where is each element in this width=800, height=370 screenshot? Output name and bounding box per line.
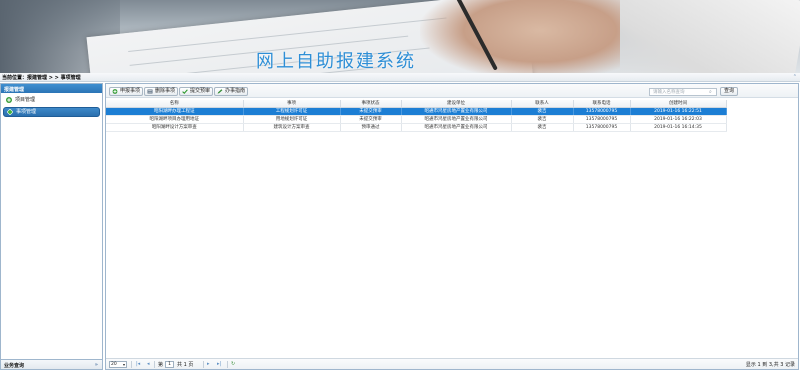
check-icon (182, 89, 188, 94)
cell-name: 昭阳湖畔办理工程证 (106, 107, 244, 116)
submit-review-label: 提交预审 (190, 88, 211, 94)
table-row[interactable]: 昭阳湖畔项目办理用地证 用地规划许可证 未提交预审 昭通市鸿星房地产置业有限公司… (106, 115, 727, 124)
submit-review-button[interactable]: 提交预审 (179, 87, 214, 96)
record-info: 显示 1 到 3,共 3 记录 (745, 362, 795, 368)
table-header-row: 名称 事项 事项状态 建设单位 联系人 联系电话 创建时间 (106, 100, 727, 108)
delete-icon (147, 89, 153, 94)
pager-divider (203, 361, 204, 368)
cell-matter: 用地规划许可证 (243, 115, 341, 124)
cell-name: 昭阳湖畔设计方案审查 (106, 123, 244, 132)
toolbar: 申报事项 删除事项 提交预审 办事指南 ⌕ 查询 (106, 84, 798, 98)
sidebar-section-business-query[interactable]: 业务查询 » (1, 359, 102, 369)
sidebar-footer-label: 业务查询 (4, 363, 25, 369)
search-input[interactable] (649, 88, 717, 96)
collapse-up-icon[interactable]: ⌃ (793, 74, 797, 80)
green-diamond-icon (7, 109, 13, 115)
column-header-name[interactable]: 名称 (106, 100, 244, 108)
delete-matter-label: 删除事项 (155, 88, 176, 94)
refresh-icon[interactable]: ↻ (231, 361, 235, 367)
table-row[interactable]: 昭阳湖畔设计方案审查 建筑设计方案审查 预审通过 昭通市鸿星房地产置业有限公司 … (106, 123, 727, 132)
header-banner: 网上自助报建系统 (0, 0, 800, 73)
column-header-status[interactable]: 事项状态 (340, 100, 402, 108)
next-page-icon[interactable]: ▸ (207, 361, 210, 367)
sidebar-item-project-management[interactable]: 项目管理 (3, 95, 100, 105)
expand-double-chevron-icon[interactable]: » (95, 362, 98, 368)
sidebar-header[interactable]: 报建管理 (1, 84, 102, 93)
service-guide-label: 办事指南 (225, 88, 246, 94)
cell-contact: 裴吉 (511, 107, 574, 116)
cell-builder: 昭通市鸿星房地产置业有限公司 (401, 115, 512, 124)
table-row[interactable]: 昭阳湖畔办理工程证 工程规划许可证 未提交预审 昭通市鸿星房地产置业有限公司 裴… (106, 107, 727, 116)
breadcrumb-bar: 当前位置：报建管理 > > 事项管理 ⌃ (0, 73, 800, 82)
sidebar-item-label: 项目管理 (15, 97, 36, 103)
pagination-bar: 20 ▾ |◂ ◂ 第 1 共 1 页 ▸ ▸| ↻ 显示 1 到 3,共 3 … (106, 358, 798, 369)
cell-phone: 13578000795 (573, 115, 631, 124)
service-guide-button[interactable]: 办事指南 (214, 87, 249, 96)
system-title: 网上自助报建系统 (256, 51, 416, 72)
cell-contact: 裴吉 (511, 115, 574, 124)
cell-status: 未提交预审 (340, 115, 402, 124)
add-matter-label: 申报事项 (120, 88, 141, 94)
chevron-down-icon: ▾ (122, 362, 125, 367)
page-size-select[interactable]: 20 ▾ (109, 361, 127, 368)
pager-divider (154, 361, 155, 368)
cell-builder: 昭通市鸿星房地产置业有限公司 (401, 107, 512, 116)
cell-matter: 建筑设计方案审查 (243, 123, 341, 132)
pencil-icon (217, 89, 223, 94)
column-header-matter[interactable]: 事项 (243, 100, 341, 108)
cell-created: 2019-01-16 16:14:35 (630, 123, 727, 132)
cell-matter: 工程规划许可证 (243, 107, 341, 116)
sidebar-item-label: 事项管理 (16, 109, 37, 115)
add-icon (112, 89, 118, 94)
cell-status: 预审通过 (340, 123, 402, 132)
page-total: 共 1 页 (177, 362, 194, 368)
banner-hand-image (420, 0, 620, 73)
prev-page-icon[interactable]: ◂ (147, 361, 150, 367)
page-prefix: 第 (158, 362, 164, 368)
page-number-input[interactable]: 1 (165, 361, 174, 368)
cell-created: 2019-01-16 16:22:51 (630, 107, 727, 116)
column-header-created[interactable]: 创建时间 (630, 100, 727, 108)
last-page-icon[interactable]: ▸| (217, 361, 221, 367)
page-size-value: 20 (111, 362, 117, 367)
cell-status: 未提交预审 (340, 107, 402, 116)
matter-table: 名称 事项 事项状态 建设单位 联系人 联系电话 创建时间 昭阳湖畔办理工程证 … (106, 100, 727, 132)
pager-divider (131, 361, 132, 368)
cell-builder: 昭通市鸿星房地产置业有限公司 (401, 123, 512, 132)
cell-phone: 13578000795 (573, 123, 631, 132)
cell-contact: 裴吉 (511, 123, 574, 132)
delete-matter-button[interactable]: 删除事项 (144, 87, 179, 96)
sidebar: 报建管理 项目管理 事项管理 业务查询 » (0, 83, 103, 370)
query-button[interactable]: 查询 (720, 87, 739, 96)
column-header-phone[interactable]: 联系电话 (573, 100, 631, 108)
column-header-builder[interactable]: 建设单位 (401, 100, 512, 108)
cell-created: 2019-01-16 16:22:03 (630, 115, 727, 124)
green-plus-icon (6, 97, 12, 103)
sidebar-item-matter-management[interactable]: 事项管理 (3, 107, 100, 117)
first-page-icon[interactable]: |◂ (136, 361, 140, 367)
main-panel: 申报事项 删除事项 提交预审 办事指南 ⌕ 查询 名称 (105, 83, 799, 370)
cell-phone: 13578000795 (573, 107, 631, 116)
search-icon[interactable]: ⌕ (709, 89, 712, 95)
column-header-contact[interactable]: 联系人 (511, 100, 574, 108)
pager-divider (227, 361, 228, 368)
breadcrumb: 当前位置：报建管理 > > 事项管理 (2, 75, 81, 81)
cell-name: 昭阳湖畔项目办理用地证 (106, 115, 244, 124)
add-matter-button[interactable]: 申报事项 (109, 87, 144, 96)
